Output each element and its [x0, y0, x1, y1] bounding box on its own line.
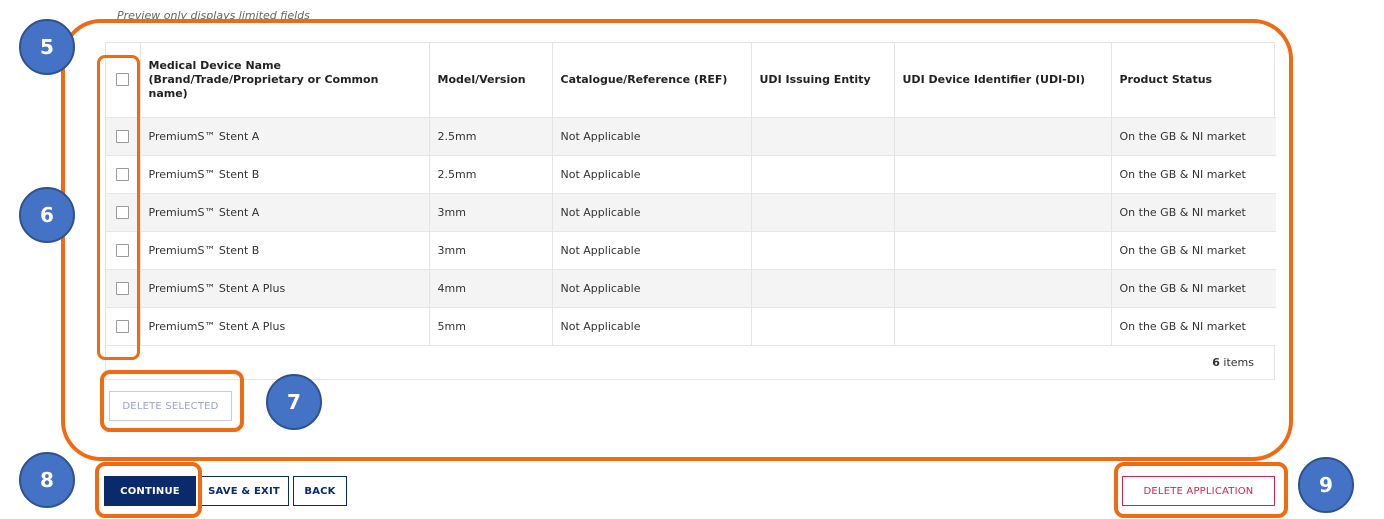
row-select-cell[interactable]	[106, 306, 141, 345]
row-checkbox[interactable]	[116, 243, 130, 257]
cell-udi-issuer	[751, 154, 895, 193]
preview-note: Preview only displays limited fields	[117, 9, 310, 22]
table-row[interactable]: PremiumS™ Stent B 2.5mm Not Applicable O…	[106, 154, 1276, 193]
row-checkbox[interactable]	[116, 320, 130, 333]
cell-device-name: PremiumS™ Stent B	[140, 154, 430, 193]
select-all-checkbox[interactable]	[116, 73, 130, 87]
device-table: Medical Device Name (Brand/Trade/Proprie…	[105, 42, 1276, 380]
cell-udi-issuer	[751, 230, 895, 269]
table-row[interactable]: PremiumS™ Stent B 3mm Not Applicable On …	[106, 230, 1276, 269]
row-select-cell[interactable]	[106, 192, 141, 231]
row-select-cell[interactable]	[106, 154, 141, 193]
cell-device-name: PremiumS™ Stent A	[140, 192, 430, 231]
cell-model: 3mm	[429, 230, 553, 269]
table-row[interactable]: PremiumS™ Stent A Plus 4mm Not Applicabl…	[106, 268, 1276, 307]
delete-application-button[interactable]: DELETE APPLICATION	[1122, 476, 1275, 506]
cell-ref: Not Applicable	[552, 268, 752, 307]
cell-udi-issuer	[751, 306, 895, 345]
col-header-model[interactable]: Model/Version	[429, 43, 553, 117]
delete-selected-button[interactable]: DELETE SELECTED	[109, 391, 232, 421]
cell-status: On the GB & NI market	[1111, 268, 1276, 307]
save-exit-button[interactable]: SAVE & EXIT	[199, 476, 289, 506]
cell-status: On the GB & NI market	[1111, 154, 1276, 193]
cell-udi-di	[894, 116, 1112, 155]
table-row[interactable]: PremiumS™ Stent A 2.5mm Not Applicable O…	[106, 116, 1276, 155]
cell-model: 2.5mm	[429, 116, 553, 155]
table-footer: 6 items	[106, 345, 1274, 379]
cell-device-name: PremiumS™ Stent A Plus	[140, 268, 430, 307]
cell-model: 3mm	[429, 192, 553, 231]
cell-status: On the GB & NI market	[1111, 116, 1276, 155]
row-select-cell[interactable]	[106, 268, 141, 307]
cell-udi-issuer	[751, 268, 895, 307]
row-checkbox[interactable]	[116, 205, 130, 219]
row-checkbox[interactable]	[116, 281, 130, 295]
continue-button[interactable]: CONTINUE	[104, 476, 196, 506]
col-header-ref[interactable]: Catalogue/Reference (REF)	[552, 43, 752, 117]
cell-udi-di	[894, 154, 1112, 193]
cell-status: On the GB & NI market	[1111, 192, 1276, 231]
cell-status: On the GB & NI market	[1111, 306, 1276, 345]
step-badge-7: 7	[266, 374, 322, 430]
cell-ref: Not Applicable	[552, 154, 752, 193]
cell-device-name: PremiumS™ Stent B	[140, 230, 430, 269]
items-label: items	[1223, 356, 1254, 369]
col-header-udi-di[interactable]: UDI Device Identifier (UDI-DI)	[894, 43, 1112, 117]
step-badge-5: 5	[19, 19, 75, 75]
cell-ref: Not Applicable	[552, 230, 752, 269]
row-select-cell[interactable]	[106, 230, 141, 269]
cell-udi-di	[894, 306, 1112, 345]
col-header-device-name[interactable]: Medical Device Name (Brand/Trade/Proprie…	[140, 43, 430, 117]
row-select-cell[interactable]	[106, 116, 141, 155]
step-badge-6: 6	[19, 187, 75, 243]
table-row[interactable]: PremiumS™ Stent A Plus 5mm Not Applicabl…	[106, 306, 1276, 345]
select-all-cell[interactable]	[106, 43, 141, 117]
row-checkbox[interactable]	[116, 129, 130, 143]
cell-udi-issuer	[751, 116, 895, 155]
cell-udi-di	[894, 230, 1112, 269]
table-header-row: Medical Device Name (Brand/Trade/Proprie…	[106, 43, 1276, 117]
cell-ref: Not Applicable	[552, 192, 752, 231]
cell-udi-di	[894, 268, 1112, 307]
cell-model: 5mm	[429, 306, 553, 345]
cell-model: 2.5mm	[429, 154, 553, 193]
col-header-udi-issuer[interactable]: UDI Issuing Entity	[751, 43, 895, 117]
item-count: 6	[1212, 356, 1220, 369]
cell-device-name: PremiumS™ Stent A	[140, 116, 430, 155]
col-header-status[interactable]: Product Status	[1111, 43, 1276, 117]
table-row[interactable]: PremiumS™ Stent A 3mm Not Applicable On …	[106, 192, 1276, 231]
cell-status: On the GB & NI market	[1111, 230, 1276, 269]
step-badge-9: 9	[1298, 457, 1354, 513]
step-badge-8: 8	[19, 452, 75, 508]
cell-udi-di	[894, 192, 1112, 231]
cell-ref: Not Applicable	[552, 306, 752, 345]
cell-ref: Not Applicable	[552, 116, 752, 155]
back-button[interactable]: BACK	[293, 476, 347, 506]
cell-model: 4mm	[429, 268, 553, 307]
cell-udi-issuer	[751, 192, 895, 231]
row-checkbox[interactable]	[116, 167, 130, 181]
cell-device-name: PremiumS™ Stent A Plus	[140, 306, 430, 345]
